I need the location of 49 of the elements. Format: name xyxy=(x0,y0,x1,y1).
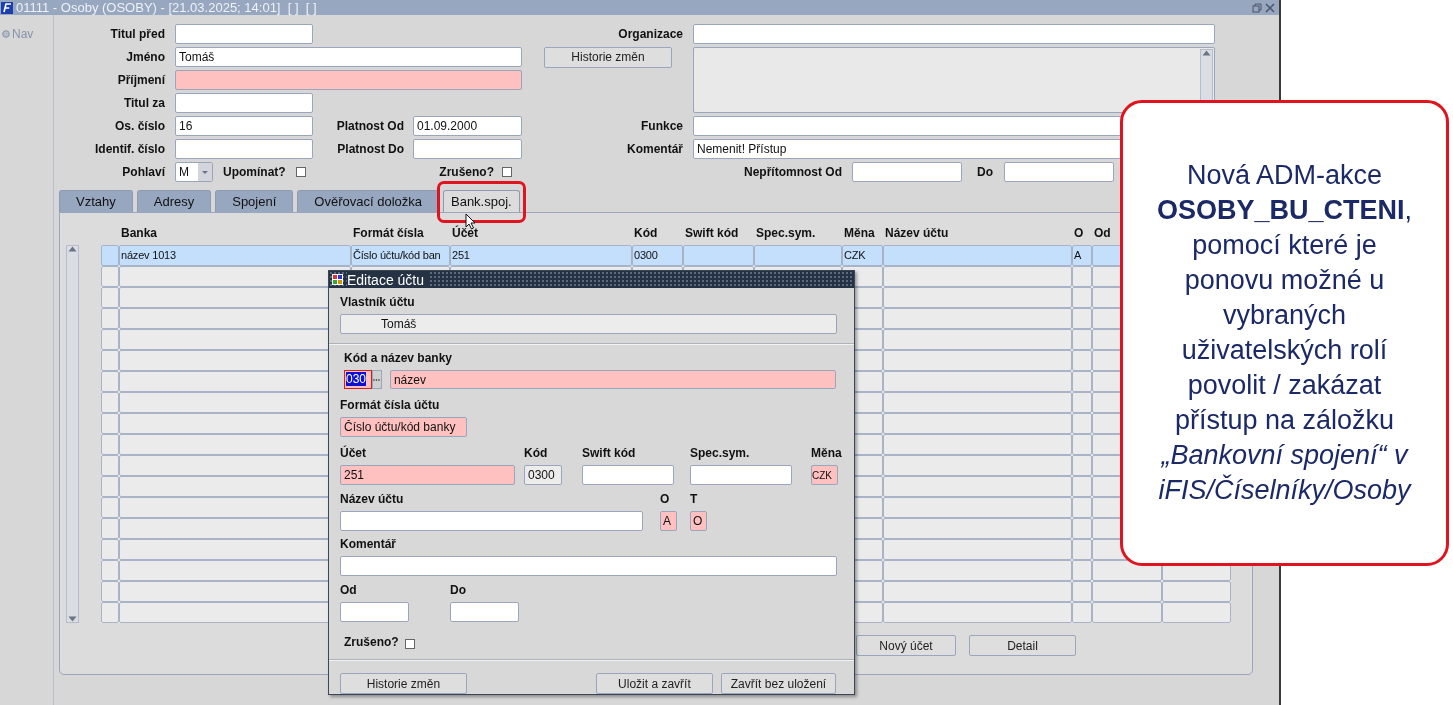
field-label: Od xyxy=(340,583,358,597)
field-label: Nepřítomnost Od xyxy=(744,165,842,179)
field-label: Komentář xyxy=(340,537,397,551)
field-label: Funkce xyxy=(641,119,683,133)
column-header: Swift kód xyxy=(684,226,740,242)
column-header: Formát čísla xyxy=(352,226,425,242)
dialog-title: Editace účtu xyxy=(347,271,431,288)
field-label: Os. číslo xyxy=(114,119,165,133)
field-label: Titul za xyxy=(123,96,165,110)
field-label: O xyxy=(660,492,671,506)
field-label: Účet xyxy=(340,446,367,460)
column-header: Banka xyxy=(120,226,159,242)
table-cell: A xyxy=(1072,245,1092,266)
checkbox-label: Zrušeno? xyxy=(439,165,494,179)
table-cell: 251 xyxy=(450,245,632,266)
column-header: Od xyxy=(1093,226,1112,242)
table-cell: CZK xyxy=(842,245,883,266)
field-label: Platnost Do xyxy=(337,142,404,156)
field-label: Vlastník účtu xyxy=(340,295,416,309)
column-header: Spec.sym. xyxy=(755,226,817,242)
table-cell: 0300 xyxy=(632,245,683,266)
window-title: 01111 - Osoby (OSOBY) - [21.03.2025; 14:01] [ ] [ ] xyxy=(16,0,318,15)
field-label: Titul před xyxy=(110,27,165,41)
table-cell: Číslo účtu/kód ban xyxy=(351,245,450,266)
field-label: Formát čísla účtu xyxy=(340,398,441,412)
field-label: Identif. číslo xyxy=(95,142,165,156)
field-label: Příjmení xyxy=(117,73,165,87)
field-label: Do xyxy=(450,583,467,597)
column-header: Název účtu xyxy=(884,226,950,242)
field-label: Komentář xyxy=(627,142,683,156)
column-header: Účet xyxy=(451,226,479,242)
field-label: Do xyxy=(977,165,993,179)
field-label: Platnost Od xyxy=(336,119,404,133)
field-label: Měna xyxy=(811,446,842,460)
field-label: Kód a název banky xyxy=(344,351,454,365)
checkbox-label: Upomínat? xyxy=(223,165,286,179)
column-header: O xyxy=(1073,226,1085,242)
table-cell: název 1013 xyxy=(119,245,351,266)
field-label: T xyxy=(690,492,699,506)
field-label: Spec.sym. xyxy=(690,446,751,460)
field-label: Organizace xyxy=(618,27,683,41)
checkbox-label: Zrušeno? xyxy=(344,635,399,649)
field-label: Jméno xyxy=(126,50,165,64)
field-label: Kód xyxy=(524,446,549,460)
column-header: Měna xyxy=(843,226,876,242)
field-label: Název účtu xyxy=(340,492,405,506)
field-label: Swift kód xyxy=(582,446,637,460)
column-header: Kód xyxy=(633,226,659,242)
field-label: Pohlaví xyxy=(122,165,165,179)
